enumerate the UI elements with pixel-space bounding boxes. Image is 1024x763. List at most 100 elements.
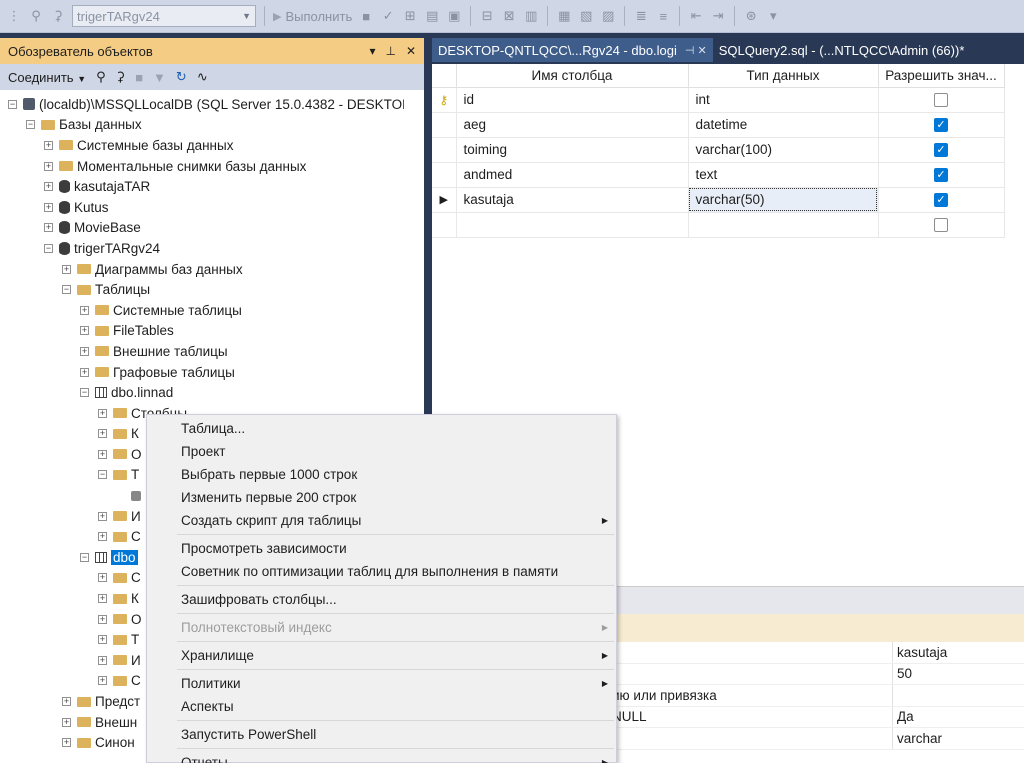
results-grid-icon[interactable]: ▦: [556, 8, 572, 24]
column-header-allow-nulls[interactable]: Разрешить знач...: [878, 64, 1005, 88]
expand-icon[interactable]: +: [98, 449, 107, 459]
query-options-icon[interactable]: ⊟: [479, 8, 495, 24]
collapse-icon[interactable]: −: [26, 120, 35, 130]
collapse-icon[interactable]: −: [62, 285, 71, 295]
refresh-icon[interactable]: ↻: [176, 69, 187, 85]
column-header-name[interactable]: Имя столбца: [456, 64, 689, 88]
expand-icon[interactable]: +: [44, 223, 53, 233]
expand-icon[interactable]: +: [44, 182, 53, 192]
specify-values-icon[interactable]: ⊛: [743, 8, 759, 24]
expand-icon[interactable]: +: [98, 655, 107, 665]
connect-plug-icon[interactable]: ⚲: [96, 69, 106, 85]
activity-monitor-icon[interactable]: ∿: [197, 69, 208, 85]
expand-icon[interactable]: +: [98, 573, 107, 583]
comment-icon[interactable]: ≣: [633, 8, 649, 24]
tree-node[interactable]: + Системные базы данных: [0, 135, 404, 156]
disconnect-icon[interactable]: ⚳: [50, 8, 66, 24]
allow-nulls-checkbox[interactable]: ✓: [934, 168, 948, 183]
collapse-icon[interactable]: −: [80, 388, 89, 398]
table-row[interactable]: toiming varchar(100) ✓: [432, 137, 1005, 163]
close-icon[interactable]: ✕: [406, 44, 416, 58]
table-row[interactable]: andmed text ✓: [432, 162, 1005, 188]
expand-icon[interactable]: +: [44, 161, 53, 171]
tab-pin-close-icon[interactable]: ⊣ ✕: [685, 44, 707, 57]
primary-key-icon[interactable]: ⚷: [432, 87, 457, 113]
allow-nulls-checkbox[interactable]: ✓: [934, 193, 948, 208]
intellisense-icon[interactable]: ⊠: [501, 8, 517, 24]
data-type-cell[interactable]: varchar(100): [688, 137, 879, 163]
results-icon[interactable]: ▨: [600, 8, 616, 24]
tree-node[interactable]: + Внешние таблицы: [0, 341, 404, 362]
stop-icon[interactable]: ■: [135, 70, 143, 85]
context-menu-item[interactable]: Таблица...: [147, 417, 616, 440]
tree-node[interactable]: − Таблицы: [0, 279, 404, 300]
expand-icon[interactable]: +: [98, 635, 107, 645]
expand-icon[interactable]: +: [62, 717, 71, 727]
expand-icon[interactable]: +: [98, 532, 107, 542]
expand-icon[interactable]: +: [62, 264, 71, 274]
column-header-type[interactable]: Тип данных: [688, 64, 879, 88]
allow-nulls-checkbox[interactable]: ✓: [934, 118, 948, 133]
expand-icon[interactable]: +: [98, 511, 107, 521]
expand-icon[interactable]: +: [80, 346, 89, 356]
context-menu-item[interactable]: Создать скрипт для таблицы ▶: [147, 509, 616, 532]
context-menu-item[interactable]: Запустить PowerShell: [147, 723, 616, 746]
expand-icon[interactable]: +: [80, 305, 89, 315]
allow-nulls-checkbox[interactable]: ✓: [934, 143, 948, 158]
data-type-cell[interactable]: text: [688, 162, 879, 188]
row-header[interactable]: [432, 112, 457, 138]
results-file-icon[interactable]: ▧: [578, 8, 594, 24]
tree-node[interactable]: − (localdb)\MSSQLLocalDB (SQL Server 15.0…: [0, 94, 404, 115]
table-row[interactable]: [432, 212, 1005, 238]
context-menu-item[interactable]: Проект: [147, 440, 616, 463]
tree-node[interactable]: − trigerTARgv24: [0, 238, 404, 259]
tree-node[interactable]: + Kutus: [0, 197, 404, 218]
uncomment-icon[interactable]: ≡: [655, 8, 671, 24]
connect-dropdown[interactable]: Соединить ▼: [8, 70, 86, 85]
property-value[interactable]: 50: [892, 663, 912, 684]
data-type-cell[interactable]: datetime: [688, 112, 879, 138]
data-type-cell[interactable]: varchar(50): [688, 187, 879, 213]
context-menu-item[interactable]: Просмотреть зависимости: [147, 537, 616, 560]
tree-node[interactable]: − Базы данных: [0, 115, 404, 136]
indent-icon[interactable]: ⇥: [710, 8, 726, 24]
column-name-cell[interactable]: kasutaja: [456, 187, 689, 213]
column-name-cell[interactable]: andmed: [456, 162, 689, 188]
context-menu-item[interactable]: Политики ▶: [147, 672, 616, 695]
save-icon[interactable]: ▣: [446, 8, 462, 24]
database-combo[interactable]: trigerTARgv24 ▼: [72, 5, 256, 27]
column-name-cell[interactable]: id: [456, 87, 689, 113]
expand-icon[interactable]: +: [98, 676, 107, 686]
tree-node[interactable]: + MovieBase: [0, 218, 404, 239]
disconnect-plug-icon[interactable]: ⚳: [116, 69, 126, 85]
outdent-icon[interactable]: ⇤: [688, 8, 704, 24]
collapse-icon[interactable]: −: [98, 470, 107, 480]
column-name-cell[interactable]: aeg: [456, 112, 689, 138]
property-value[interactable]: varchar: [892, 728, 942, 749]
tree-node[interactable]: + Моментальные снимки базы данных: [0, 156, 404, 177]
expand-icon[interactable]: +: [44, 202, 53, 212]
expand-icon[interactable]: +: [44, 140, 53, 150]
execute-button[interactable]: ▶ Выполнить: [273, 9, 352, 24]
expand-icon[interactable]: +: [98, 614, 107, 624]
data-type-cell[interactable]: int: [688, 87, 879, 113]
tree-node[interactable]: + Системные таблицы: [0, 300, 404, 321]
check-icon[interactable]: ✓: [380, 8, 396, 24]
connect-icon[interactable]: ⚲: [28, 8, 44, 24]
expand-icon[interactable]: +: [62, 697, 71, 707]
allow-nulls-checkbox[interactable]: [934, 218, 948, 233]
tree-node[interactable]: + FileTables: [0, 321, 404, 342]
context-menu-item[interactable]: Хранилище ▶: [147, 644, 616, 667]
expand-icon[interactable]: +: [98, 429, 107, 439]
collapse-icon[interactable]: −: [44, 243, 53, 253]
row-header[interactable]: [432, 137, 457, 163]
collapse-icon[interactable]: −: [8, 99, 17, 109]
column-name-cell[interactable]: [456, 212, 689, 238]
document-tab[interactable]: DESKTOP-QNTLQCC\...Rgv24 - dbo.logi ⊣ ✕: [432, 38, 713, 62]
overflow-icon[interactable]: ▾: [765, 8, 781, 24]
stop-icon[interactable]: ■: [358, 8, 374, 24]
table-row[interactable]: ⚷ id int: [432, 87, 1005, 113]
expand-icon[interactable]: +: [98, 594, 107, 604]
pin-icon[interactable]: ⊥: [385, 44, 395, 58]
collapse-icon[interactable]: −: [80, 552, 89, 562]
